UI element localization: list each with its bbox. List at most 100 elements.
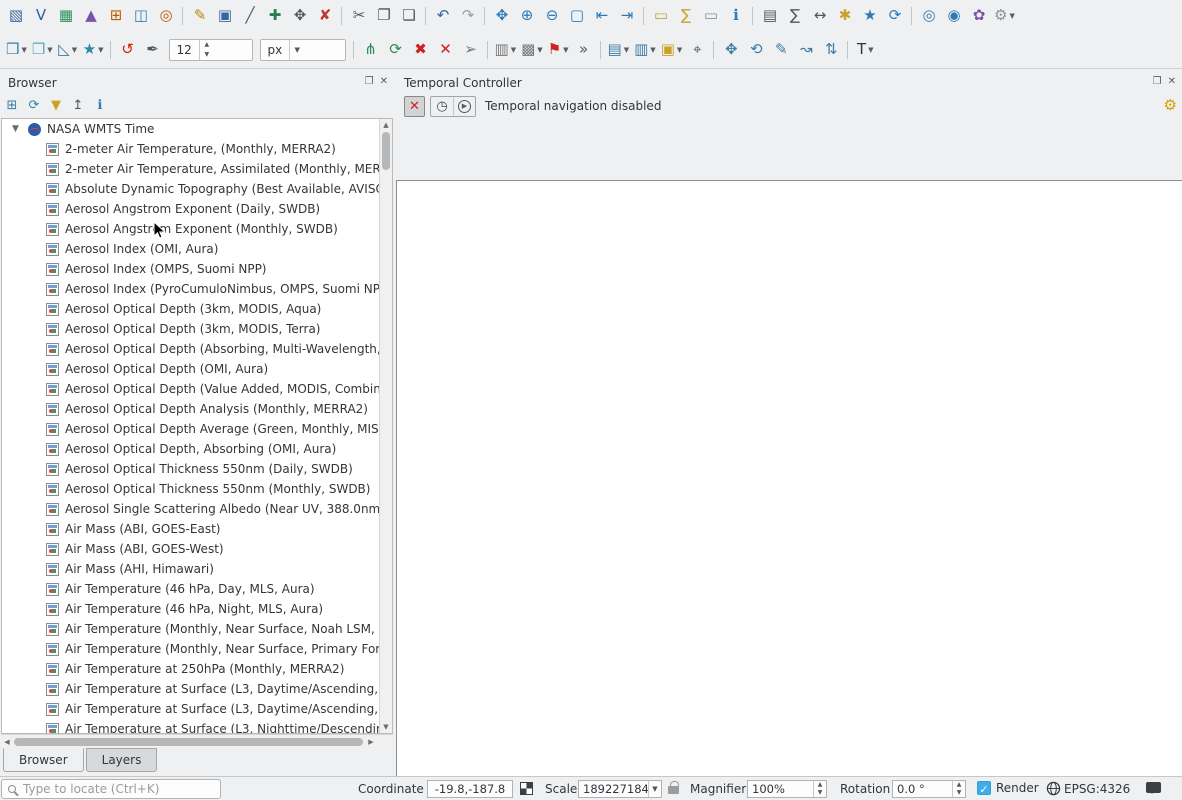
float-panel-icon[interactable]: ❐: [365, 75, 374, 89]
discard-edits-button[interactable]: ↺: [116, 38, 140, 62]
delete-selected-button[interactable]: ✘: [313, 4, 337, 28]
add-feature-button[interactable]: ✚: [263, 4, 287, 28]
styling-panel-button[interactable]: ✿: [967, 4, 991, 28]
measure-line-button[interactable]: ↔: [808, 4, 832, 28]
chevron-down-icon[interactable]: ▼: [47, 46, 52, 54]
tree-item[interactable]: Air Mass (ABI, GOES-West): [2, 539, 379, 559]
chevron-down-icon[interactable]: ▼: [537, 46, 542, 54]
tree-item[interactable]: Air Temperature (46 hPa, Night, MLS, Aur…: [2, 599, 379, 619]
new-map-view-button[interactable]: ❒ ▼: [4, 38, 29, 62]
field-calculator-button[interactable]: ∑: [783, 4, 807, 28]
add-vector-layer-button[interactable]: V: [29, 4, 53, 28]
rotate-label-button[interactable]: ⟲: [744, 38, 768, 62]
chevron-down-icon[interactable]: ▼: [868, 46, 873, 54]
tree-item[interactable]: Air Mass (ABI, GOES-East): [2, 519, 379, 539]
tree-item[interactable]: Air Temperature at Surface (L3, Nighttim…: [2, 719, 379, 733]
tree-item[interactable]: Aerosol Optical Depth, Absorbing (OMI, A…: [2, 439, 379, 459]
delete-part-button[interactable]: ✕: [434, 38, 458, 62]
delete-ring-button[interactable]: ✖: [409, 38, 433, 62]
tree-item[interactable]: 2-meter Air Temperature, (Monthly, MERRA…: [2, 139, 379, 159]
save-layer-edits-button[interactable]: ▣: [213, 4, 237, 28]
tree-root-nasa-wmts-time[interactable]: ▼ NASA WMTS Time: [2, 119, 379, 139]
toolbar-extension-button[interactable]: »: [572, 38, 596, 62]
reshape-features-button[interactable]: ➢: [459, 38, 483, 62]
tree-item[interactable]: Air Temperature (Monthly, Near Surface, …: [2, 619, 379, 639]
tree-item[interactable]: 2-meter Air Temperature, Assimilated (Mo…: [2, 159, 379, 179]
tree-item[interactable]: Aerosol Single Scattering Albedo (Near U…: [2, 499, 379, 519]
digitize-line-button[interactable]: ╱: [238, 4, 262, 28]
scroll-right-icon[interactable]: ▶: [365, 736, 377, 748]
add-mesh-layer-button[interactable]: ▲: [79, 4, 103, 28]
tree-item[interactable]: Aerosol Optical Depth (OMI, Aura): [2, 359, 379, 379]
pin-labels-button[interactable]: ⌖: [685, 38, 709, 62]
data-source-manager-button[interactable]: ▧: [4, 4, 28, 28]
georeferencer-button[interactable]: ▩ ▼: [519, 38, 545, 62]
horizontal-scrollbar-thumb[interactable]: [14, 738, 363, 746]
refresh-browser-button[interactable]: ⟳: [24, 95, 44, 115]
tab-browser[interactable]: Browser: [3, 748, 84, 772]
spin-arrows-icon[interactable]: ▲ ▼: [813, 781, 826, 797]
select-features-button[interactable]: ▭: [649, 4, 673, 28]
temporal-navigation-animated-button[interactable]: ▶: [453, 96, 475, 116]
zoom-out-button[interactable]: ⊖: [540, 4, 564, 28]
refresh-map-button[interactable]: ⟳: [883, 4, 907, 28]
tree-item[interactable]: Air Temperature at Surface (L3, Daytime/…: [2, 699, 379, 719]
tree-item[interactable]: Aerosol Optical Depth (Absorbing, Multi-…: [2, 339, 379, 359]
coordinate-input[interactable]: [427, 780, 513, 798]
chevron-down-icon[interactable]: ▼: [677, 46, 682, 54]
scroll-left-icon[interactable]: ◀: [1, 736, 13, 748]
scroll-down-icon[interactable]: ▼: [380, 721, 392, 733]
map-tips-button[interactable]: ✱: [833, 4, 857, 28]
tree-item[interactable]: Aerosol Optical Depth Analysis (Monthly,…: [2, 399, 379, 419]
add-wms-layer-button[interactable]: ◎: [154, 4, 178, 28]
layer-diagram-button[interactable]: ▥ ▼: [632, 38, 658, 62]
close-panel-icon[interactable]: ✕: [380, 75, 388, 89]
tree-item[interactable]: Air Temperature at Surface (L3, Daytime/…: [2, 679, 379, 699]
vertical-scrollbar[interactable]: ▲ ▼: [379, 119, 392, 733]
new-3d-map-view-button[interactable]: ❒ ▼: [30, 38, 55, 62]
add-database-layer-button[interactable]: ◫: [129, 4, 153, 28]
collapse-all-button[interactable]: ↥: [68, 95, 88, 115]
layer-labeling-button[interactable]: ▤ ▼: [606, 38, 632, 62]
move-label-button[interactable]: ✥: [719, 38, 743, 62]
tree-item[interactable]: Air Mass (AHI, Himawari): [2, 559, 379, 579]
change-label-properties-button[interactable]: ✎: [769, 38, 793, 62]
processing-toolbox-button[interactable]: ⚙ ▼: [992, 4, 1017, 28]
tree-item[interactable]: Aerosol Index (OMI, Aura): [2, 239, 379, 259]
float-panel-icon[interactable]: ❐: [1153, 75, 1162, 89]
paste-features-button[interactable]: ❏: [397, 4, 421, 28]
new-bookmark-button[interactable]: ★: [858, 4, 882, 28]
tree-item[interactable]: Aerosol Optical Depth Average (Green, Mo…: [2, 419, 379, 439]
properties-widget-button[interactable]: ℹ: [90, 95, 110, 115]
tree-item[interactable]: Aerosol Angstrom Exponent (Monthly, SWDB…: [2, 219, 379, 239]
map-canvas[interactable]: [396, 180, 1182, 776]
horizontal-scrollbar[interactable]: ◀ ▶: [1, 734, 393, 748]
vertex-tool-button[interactable]: ✥: [288, 4, 312, 28]
chevron-down-icon[interactable]: ▼: [648, 781, 661, 797]
temporal-navigation-fixed-button[interactable]: ◷: [431, 97, 453, 116]
spin-arrows-icon[interactable]: ▲ ▼: [198, 39, 214, 60]
add-raster-layer-button[interactable]: ▦: [54, 4, 78, 28]
toggle-editing-button[interactable]: ✎: [188, 4, 212, 28]
redo-button[interactable]: ↷: [456, 4, 480, 28]
elevation-profile-button[interactable]: ◺ ▼: [56, 38, 80, 62]
lock-scale-icon[interactable]: [668, 781, 679, 794]
messages-icon[interactable]: [1146, 782, 1161, 794]
chevron-down-icon[interactable]: ▼: [1009, 12, 1014, 20]
tree-item[interactable]: Aerosol Optical Depth (3km, MODIS, Terra…: [2, 319, 379, 339]
magnifier-spinner[interactable]: 100% ▲ ▼: [747, 780, 827, 798]
close-panel-icon[interactable]: ✕: [1168, 75, 1176, 89]
render-checkbox[interactable]: [977, 781, 991, 795]
tree-item[interactable]: Aerosol Optical Thickness 550nm (Daily, …: [2, 459, 379, 479]
annotation-tool-button[interactable]: ✒: [141, 38, 165, 62]
rotation-spinner[interactable]: 0.0 ° ▲ ▼: [892, 780, 966, 798]
crs-status-button[interactable]: EPSG:4326: [1064, 782, 1130, 796]
tree-item[interactable]: Absolute Dynamic Topography (Best Availa…: [2, 179, 379, 199]
toggle-extents-icon[interactable]: [520, 782, 533, 795]
select-by-expression-button[interactable]: ∑: [674, 4, 698, 28]
chevron-down-icon[interactable]: ▼: [289, 39, 304, 60]
chevron-down-icon[interactable]: ▼: [511, 46, 516, 54]
locate-input[interactable]: [23, 782, 203, 796]
filter-browser-button[interactable]: ▼: [46, 95, 66, 115]
tree-item[interactable]: Aerosol Optical Depth (Value Added, MODI…: [2, 379, 379, 399]
